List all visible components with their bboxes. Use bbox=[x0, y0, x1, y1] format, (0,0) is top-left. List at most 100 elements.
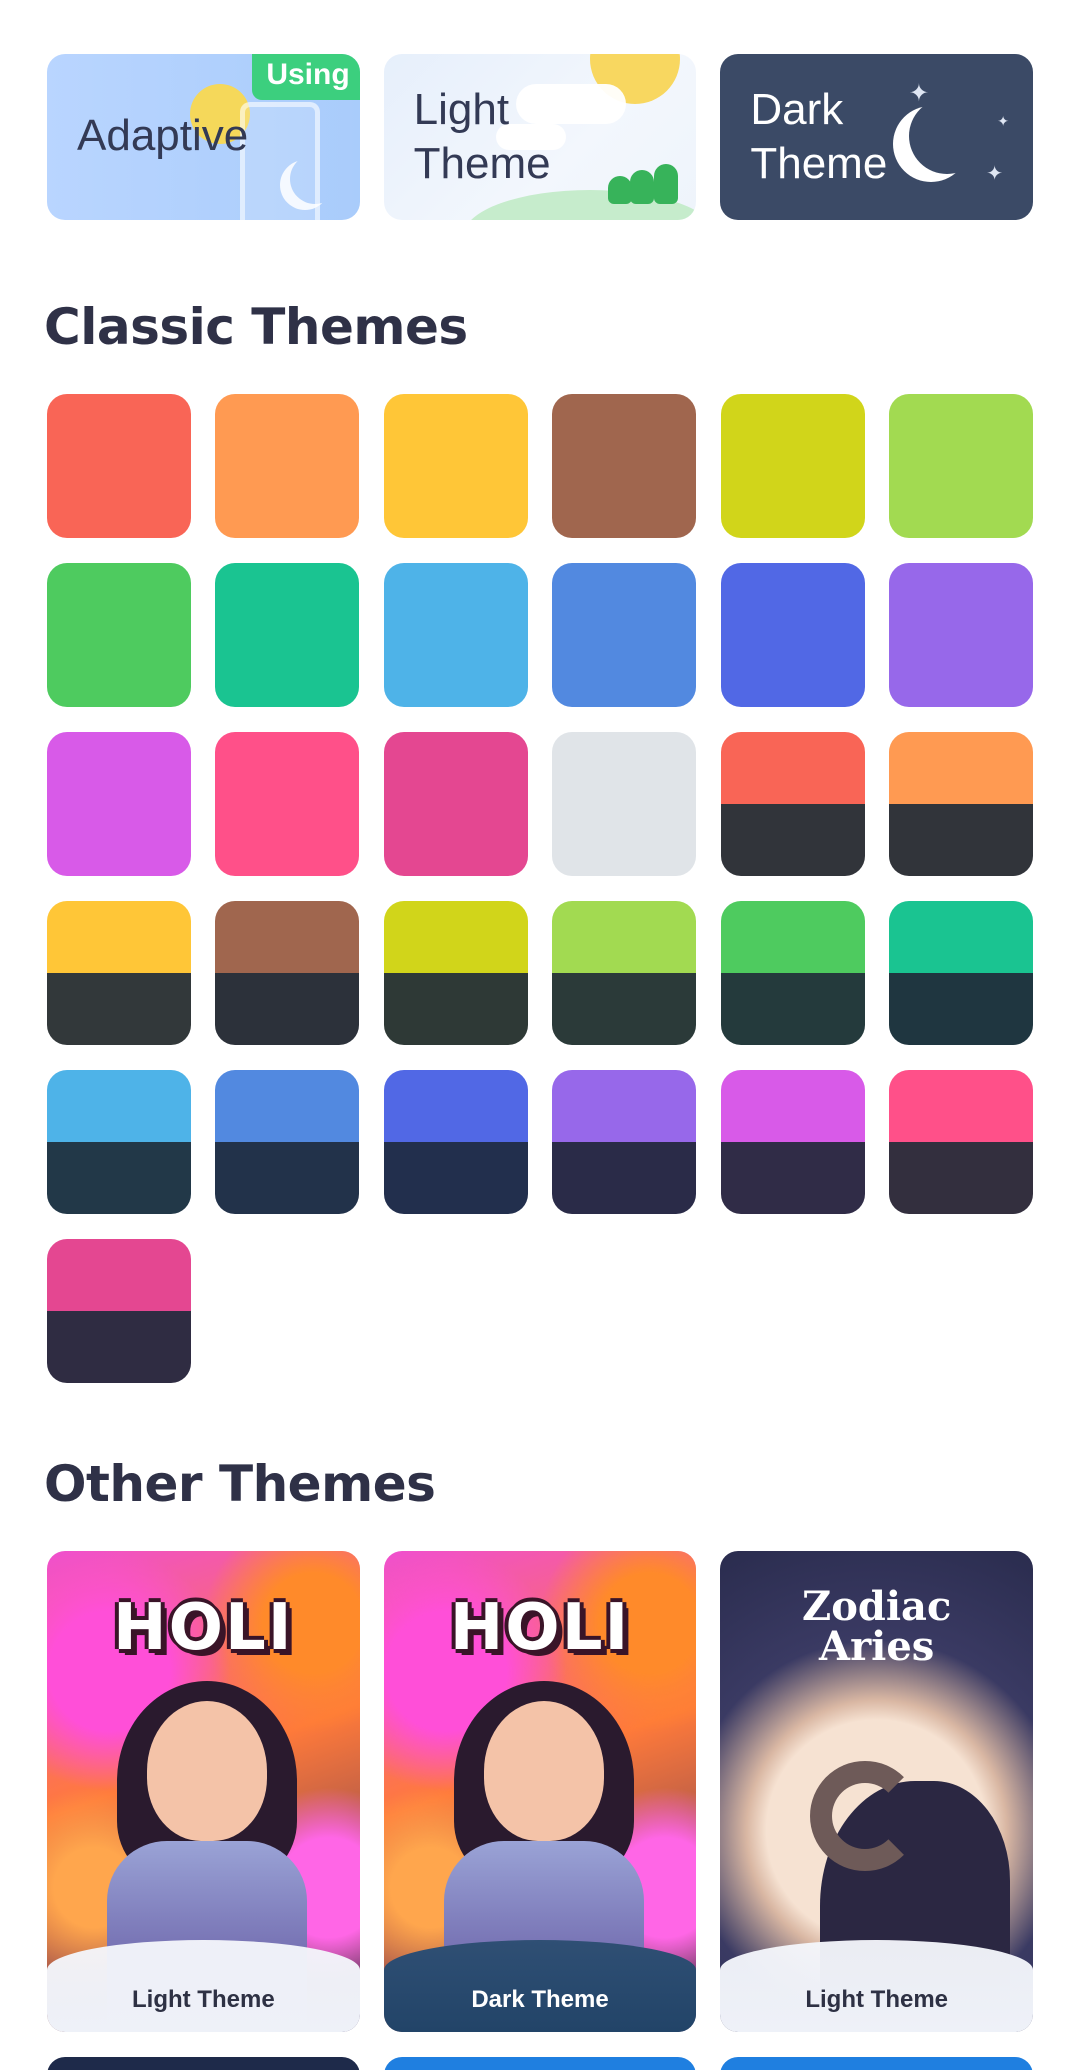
color-swatch[interactable] bbox=[47, 901, 191, 1045]
tree-icon bbox=[608, 176, 633, 204]
swatch-primary-color bbox=[47, 635, 191, 707]
theme-card-partial[interactable] bbox=[383, 2057, 697, 2070]
color-swatch[interactable] bbox=[552, 394, 697, 538]
swatch-primary-color bbox=[552, 563, 697, 635]
next-theme-row bbox=[47, 2057, 1034, 2070]
swatch-dark-color bbox=[383, 973, 528, 1045]
color-swatch[interactable] bbox=[215, 901, 360, 1045]
swatch-primary-color bbox=[47, 901, 191, 973]
swatch-primary-color bbox=[383, 901, 528, 973]
theme-card-partial[interactable] bbox=[47, 2057, 360, 2070]
using-badge: Using bbox=[252, 54, 360, 100]
swatch-primary-color bbox=[888, 563, 1033, 635]
swatch-primary-color bbox=[888, 466, 1033, 538]
theme-card-holi-dark[interactable]: HOLI Dark Theme bbox=[383, 1551, 697, 2032]
swatch-primary-color bbox=[720, 394, 865, 466]
color-swatch[interactable] bbox=[383, 901, 528, 1045]
theme-card-partial[interactable] bbox=[720, 2057, 1034, 2070]
swatch-primary-color bbox=[383, 804, 528, 876]
color-swatch[interactable] bbox=[47, 563, 191, 707]
swatch-primary-color bbox=[383, 466, 528, 538]
theme-card-holi-light[interactable]: HOLI Light Theme bbox=[47, 1551, 360, 2032]
color-swatch[interactable] bbox=[383, 732, 528, 876]
color-swatch[interactable] bbox=[888, 732, 1033, 876]
color-swatch[interactable] bbox=[215, 394, 360, 538]
swatch-primary-color bbox=[47, 1239, 191, 1311]
mode-label-light: Light Theme bbox=[413, 85, 551, 188]
color-swatch[interactable] bbox=[888, 1070, 1033, 1214]
swatch-primary-color bbox=[47, 563, 191, 635]
swatch-primary-color bbox=[552, 1070, 697, 1142]
tree-icon bbox=[630, 170, 655, 204]
color-swatch[interactable] bbox=[47, 1070, 191, 1214]
mode-selector: Adaptive Using Light Theme ✦ ✦ ✦ Dark Th… bbox=[47, 54, 1034, 220]
mode-card-adaptive[interactable]: Adaptive Using bbox=[47, 54, 360, 220]
holi-title: HOLI bbox=[449, 1591, 631, 1665]
swatch-dark-color bbox=[47, 973, 191, 1045]
figure-face bbox=[483, 1701, 604, 1841]
color-swatch[interactable] bbox=[47, 1239, 191, 1383]
swatch-primary-color bbox=[720, 732, 865, 804]
mode-card-light[interactable]: Light Theme bbox=[383, 54, 697, 220]
color-swatch[interactable] bbox=[47, 732, 191, 876]
swatch-primary-color bbox=[720, 635, 865, 707]
swatch-primary-color bbox=[552, 901, 697, 973]
swatch-primary-color bbox=[888, 1070, 1033, 1142]
color-swatch[interactable] bbox=[552, 732, 697, 876]
holi-title: HOLI bbox=[113, 1591, 294, 1665]
swatch-primary-color bbox=[888, 732, 1033, 804]
color-swatch[interactable] bbox=[720, 1070, 865, 1214]
color-swatch[interactable] bbox=[47, 394, 191, 538]
color-swatch[interactable] bbox=[888, 563, 1033, 707]
swatch-dark-color bbox=[888, 804, 1033, 876]
swatch-dark-color bbox=[720, 973, 865, 1045]
color-swatch[interactable] bbox=[552, 563, 697, 707]
classic-theme-grid bbox=[47, 394, 1033, 1383]
color-swatch[interactable] bbox=[215, 732, 360, 876]
theme-caption: Light Theme bbox=[720, 1940, 1034, 2032]
swatch-dark-color bbox=[720, 1142, 865, 1214]
color-swatch[interactable] bbox=[383, 394, 528, 538]
swatch-primary-color bbox=[383, 394, 528, 466]
swatch-primary-color bbox=[215, 804, 360, 876]
swatch-primary-color bbox=[720, 1070, 865, 1142]
swatch-primary-color bbox=[383, 1070, 528, 1142]
mode-label-adaptive: Adaptive bbox=[77, 111, 249, 160]
color-swatch[interactable] bbox=[383, 563, 528, 707]
swatch-primary-color bbox=[552, 394, 697, 466]
color-swatch[interactable] bbox=[215, 1070, 360, 1214]
color-swatch[interactable] bbox=[888, 394, 1033, 538]
swatch-primary-color bbox=[47, 394, 191, 466]
swatch-dark-color bbox=[720, 804, 865, 876]
star-icon: ✦ bbox=[986, 163, 1004, 185]
swatch-dark-color bbox=[215, 1142, 360, 1214]
swatch-primary-color bbox=[47, 732, 191, 804]
swatch-dark-color bbox=[552, 973, 697, 1045]
mode-card-dark[interactable]: ✦ ✦ ✦ Dark Theme bbox=[720, 54, 1034, 220]
swatch-dark-color bbox=[215, 973, 360, 1045]
swatch-dark-color bbox=[552, 1142, 697, 1214]
theme-card-zodiac-aries[interactable]: Zodiac Aries Light Theme bbox=[720, 1551, 1034, 2032]
classic-themes-title: Classic Themes bbox=[44, 298, 468, 356]
color-swatch[interactable] bbox=[888, 901, 1033, 1045]
color-swatch[interactable] bbox=[720, 901, 865, 1045]
ram-horn bbox=[810, 1761, 921, 1871]
color-swatch[interactable] bbox=[720, 394, 865, 538]
swatch-primary-color bbox=[47, 804, 191, 876]
star-icon: ✦ bbox=[908, 80, 930, 107]
color-swatch[interactable] bbox=[383, 1070, 528, 1214]
swatch-primary-color bbox=[215, 466, 360, 538]
color-swatch[interactable] bbox=[552, 1070, 697, 1214]
swatch-dark-color bbox=[47, 1311, 191, 1383]
swatch-primary-color bbox=[215, 635, 360, 707]
color-swatch[interactable] bbox=[552, 901, 697, 1045]
swatch-primary-color bbox=[720, 563, 865, 635]
other-themes-title: Other Themes bbox=[44, 1455, 436, 1513]
swatch-primary-color bbox=[215, 732, 360, 804]
swatch-dark-color bbox=[888, 973, 1033, 1045]
swatch-dark-color bbox=[383, 1142, 528, 1214]
swatch-primary-color bbox=[47, 1070, 191, 1142]
color-swatch[interactable] bbox=[720, 732, 865, 876]
color-swatch[interactable] bbox=[215, 563, 360, 707]
color-swatch[interactable] bbox=[720, 563, 865, 707]
